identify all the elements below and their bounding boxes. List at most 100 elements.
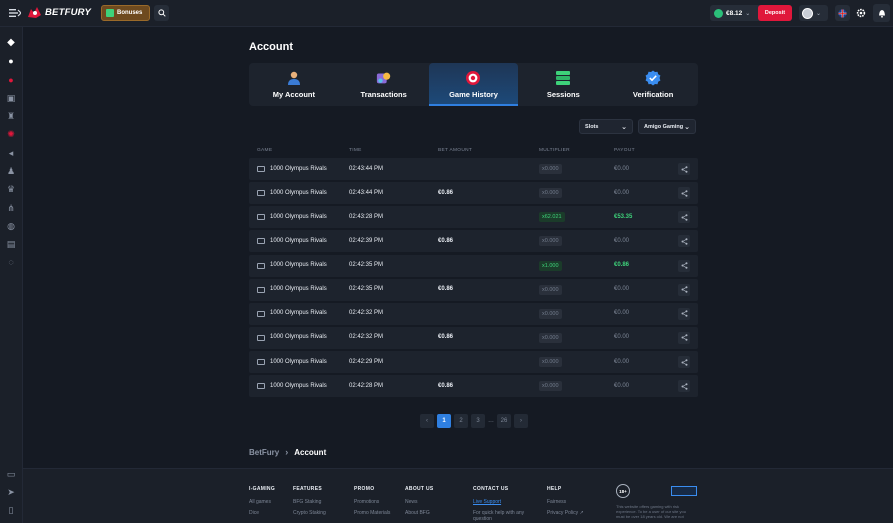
game-name[interactable]: 1000 Olympus Rivals [270, 286, 327, 292]
gift-box-icon[interactable]: ▣ [4, 91, 18, 105]
page-2-button[interactable]: 2 [454, 414, 468, 428]
tab-sessions[interactable]: Sessions [518, 63, 608, 106]
casino-icon[interactable]: ◆ [4, 35, 18, 49]
breadcrumb-current: Account [294, 447, 327, 457]
game-name[interactable]: 1000 Olympus Rivals [270, 383, 327, 389]
trophy-icon[interactable]: ♜ [4, 109, 18, 123]
promo-badge-icon[interactable]: ✺ [4, 127, 18, 141]
balance-box[interactable]: €8.12 ⌄ Deposit [710, 5, 792, 21]
footer-heading: ABOUT US [405, 486, 434, 492]
slot-machine-icon [257, 286, 265, 293]
table-row[interactable]: 1000 Olympus Rivals 02:42:35 PM x1.000 €0.8… [249, 254, 698, 277]
next-page-button[interactable]: › [514, 414, 528, 428]
multiplier-badge: x0.000 [539, 357, 562, 368]
table-row[interactable]: 1000 Olympus Rivals 02:42:35 PM €0.86 x0.00… [249, 278, 698, 301]
license-logo-icon [671, 486, 697, 496]
share-icon[interactable] [678, 259, 690, 272]
table-row[interactable]: 1000 Olympus Rivals 02:42:32 PM x0.000 €0.0… [249, 302, 698, 325]
game-name[interactable]: 1000 Olympus Rivals [270, 190, 327, 196]
balance-chevron-icon: ⌄ [745, 10, 751, 17]
document-icon[interactable]: ▯ [4, 503, 18, 517]
users-icon[interactable]: ♟ [4, 164, 18, 178]
network-icon[interactable]: ⋔ [4, 201, 18, 215]
hot-games-icon[interactable]: ● [4, 73, 18, 87]
share-icon[interactable] [678, 283, 690, 296]
footer-link[interactable]: All games [249, 499, 275, 505]
share-icon[interactable] [678, 235, 690, 248]
game-name[interactable]: 1000 Olympus Rivals [270, 238, 327, 244]
live-support-link[interactable]: Live Support [473, 499, 535, 505]
share-icon[interactable] [678, 380, 690, 393]
game-name[interactable]: 1000 Olympus Rivals [270, 262, 327, 268]
last-page-button[interactable]: 26 [497, 414, 511, 428]
share-icon[interactable] [678, 331, 690, 344]
settings-gear-icon[interactable] [853, 5, 868, 21]
tab-game-history[interactable]: Game History [428, 63, 519, 106]
table-row[interactable]: 1000 Olympus Rivals 02:42:28 PM €0.86 x0.00… [249, 375, 698, 398]
category-dropdown[interactable]: Slots ⌄ [579, 119, 633, 134]
tab-my-account[interactable]: My Account [249, 63, 339, 106]
footer-link[interactable]: Privacy Policy ↗ [547, 510, 584, 516]
table-row[interactable]: 1000 Olympus Rivals 02:42:32 PM €0.86 x0.00… [249, 326, 698, 349]
avatar-button[interactable]: ⌄ [799, 5, 828, 21]
megaphone-icon[interactable]: ◂ [4, 146, 18, 160]
game-name[interactable]: 1000 Olympus Rivals [270, 214, 327, 220]
provider-dropdown[interactable]: Amigo Gaming ⌄ [638, 119, 696, 134]
table-row[interactable]: 1000 Olympus Rivals 02:42:29 PM x0.000 €0.0… [249, 351, 698, 374]
tab-transactions[interactable]: Transactions [339, 63, 429, 106]
tab-label: Game History [449, 90, 498, 99]
share-icon[interactable] [678, 187, 690, 200]
coins-icon[interactable]: ◍ [4, 219, 18, 233]
language-flag-icon[interactable] [835, 5, 850, 21]
column-header-time: TIME [349, 148, 362, 153]
bet-time: 02:42:32 PM [349, 334, 384, 341]
share-icon[interactable] [678, 356, 690, 369]
page-1-button[interactable]: 1 [437, 414, 451, 428]
footer-link[interactable]: Crypto Staking [293, 510, 326, 516]
logo[interactable]: BETFURY [27, 6, 91, 19]
table-row[interactable]: 1000 Olympus Rivals 02:43:44 PM x0.000 €0.0… [249, 158, 698, 180]
sports-ball-icon[interactable]: ● [4, 54, 18, 68]
prev-page-button[interactable]: ‹ [420, 414, 434, 428]
footer-link[interactable]: News [405, 499, 434, 505]
menu-toggle-icon[interactable] [8, 7, 22, 19]
bet-time: 02:42:39 PM [349, 237, 384, 244]
calendar-icon[interactable]: ▤ [4, 237, 18, 251]
chat-icon[interactable]: ▭ [4, 467, 18, 481]
tab-verification[interactable]: Verification [608, 63, 698, 106]
page-3-button[interactable]: 3 [471, 414, 485, 428]
logo-text: BETFURY [45, 7, 92, 18]
table-row[interactable]: 1000 Olympus Rivals 02:43:28 PM x62.021 €53… [249, 206, 698, 229]
footer-link[interactable]: Promotions [354, 499, 390, 505]
slot-machine-icon [257, 214, 265, 221]
multiplier-badge: x0.000 [539, 236, 562, 247]
table-row[interactable]: 1000 Olympus Rivals 02:43:44 PM €0.86 x0.00… [249, 182, 698, 205]
footer-link[interactable]: BFG Staking [293, 499, 326, 505]
game-name[interactable]: 1000 Olympus Rivals [270, 310, 327, 316]
share-icon[interactable] [678, 307, 690, 320]
telegram-icon[interactable]: ➤ [4, 485, 18, 499]
breadcrumb-parent[interactable]: BetFury [249, 448, 279, 457]
search-icon[interactable] [154, 5, 169, 21]
payout-value: €0.00 [614, 358, 630, 365]
share-icon[interactable] [678, 211, 690, 224]
footer-link[interactable]: Promo Materials [354, 510, 390, 516]
game-name[interactable]: 1000 Olympus Rivals [270, 359, 327, 365]
footer-link[interactable]: Fairness [547, 499, 584, 505]
notifications-bell-icon[interactable] [873, 4, 890, 22]
transactions-icon [376, 70, 392, 86]
deposit-button[interactable]: Deposit [758, 5, 792, 21]
game-name[interactable]: 1000 Olympus Rivals [270, 166, 327, 172]
game-name[interactable]: 1000 Olympus Rivals [270, 334, 327, 340]
bet-amount: €0.86 [438, 334, 454, 341]
share-icon[interactable] [678, 163, 690, 175]
account-tabs: My Account Transactions Game History Ses… [249, 63, 698, 106]
table-row[interactable]: 1000 Olympus Rivals 02:42:39 PM €0.86 x0.00… [249, 230, 698, 253]
bonuses-button[interactable]: Bonuses [101, 5, 150, 21]
crown-icon[interactable]: ♛ [4, 182, 18, 196]
footer-link[interactable]: About BFG [405, 510, 434, 516]
filters: Slots ⌄ Amigo Gaming ⌄ [579, 119, 696, 134]
support-icon[interactable]: ◌ [4, 255, 18, 269]
slot-machine-icon [257, 359, 265, 366]
footer-link[interactable]: Dice [249, 510, 275, 516]
